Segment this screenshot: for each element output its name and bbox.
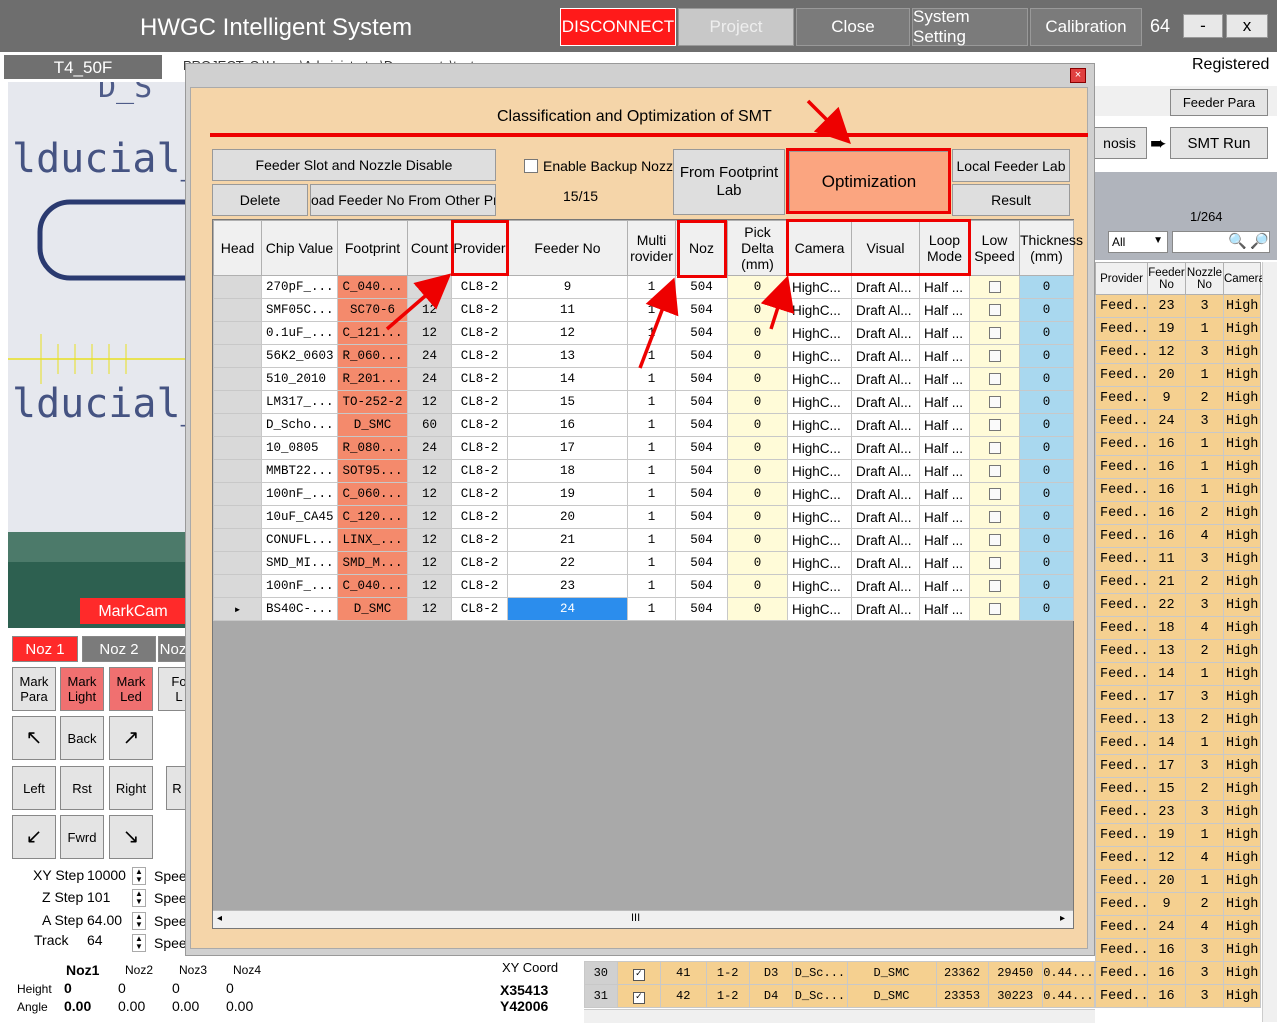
annotation-arrows bbox=[385, 99, 851, 369]
